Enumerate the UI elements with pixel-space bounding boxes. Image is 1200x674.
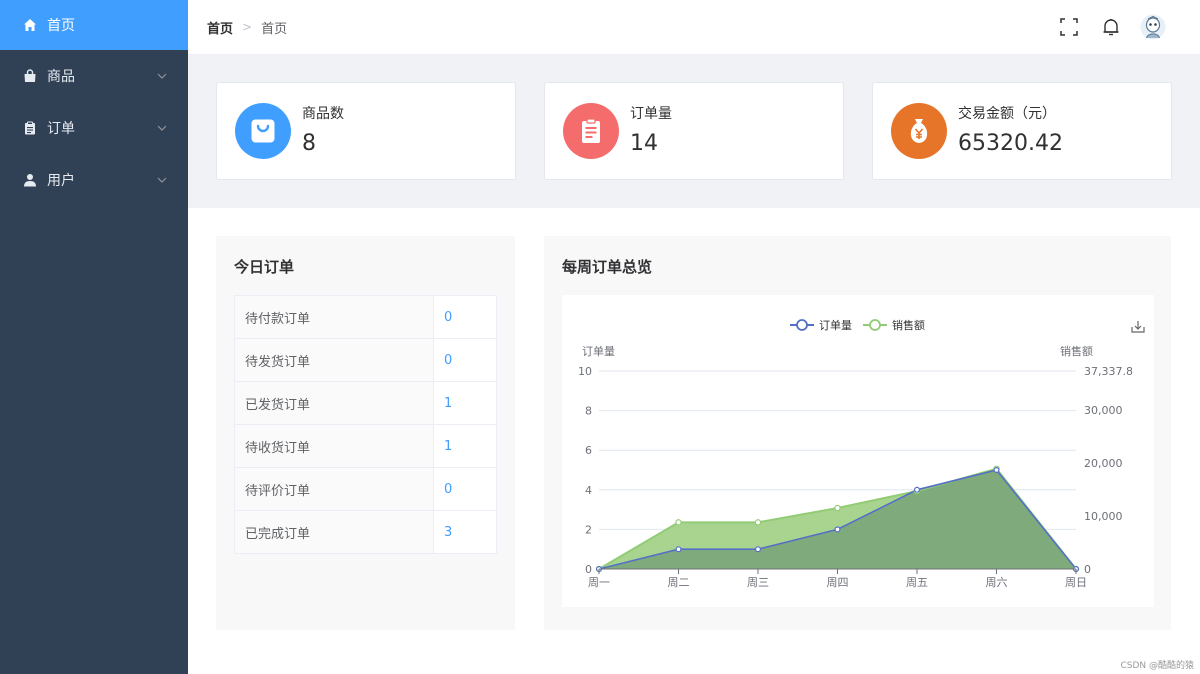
y-tick-label-right: 20,000 <box>1084 457 1123 470</box>
y-tick-label-right: 0 <box>1084 563 1091 576</box>
order-status-count[interactable]: 0 <box>433 295 497 339</box>
sidebar-item-label: 首页 <box>47 18 75 34</box>
y-tick-label-left: 10 <box>578 365 592 378</box>
sidebar-item-label: 商品 <box>47 69 75 85</box>
order-status-count[interactable]: 1 <box>433 424 497 468</box>
money-bag-icon <box>891 103 947 159</box>
x-tick-label: 周一 <box>588 576 610 589</box>
stats-section: 商品数 8 订单量 14 交易金额（元） 65320.42 <box>188 54 1200 208</box>
legend-label: 销售额 <box>892 318 925 332</box>
order-status-count[interactable]: 1 <box>433 381 497 425</box>
weekly-chart-container: 0 2 4 6 8 10 0 10,000 20,000 30,000 37,337.8 订单量 销售额… <box>562 295 1154 607</box>
stat-label: 订单量 <box>630 106 672 122</box>
watermark: CSDN @酷酷的猿 <box>1120 661 1194 671</box>
x-tick-label: 周日 <box>1065 576 1087 589</box>
sidebar-item-label: 订单 <box>47 121 75 137</box>
shopping-bag-icon <box>235 103 291 159</box>
header-actions <box>1040 14 1166 40</box>
order-status-label: 已发货订单 <box>234 381 434 425</box>
clipboard-icon <box>563 103 619 159</box>
user-icon <box>22 172 38 188</box>
y-tick-label-right: 30,000 <box>1084 404 1123 417</box>
stat-card-goods: 商品数 8 <box>216 82 516 180</box>
stat-label: 交易金额（元） <box>958 106 1056 122</box>
y-tick-label-left: 0 <box>585 563 592 576</box>
sidebar-item-label: 用户 <box>47 173 75 189</box>
orders-point <box>834 526 841 533</box>
table-row: 待付款订单 0 <box>234 295 497 339</box>
panel-title: 今日订单 <box>234 258 295 276</box>
table-row: 待评价订单 0 <box>234 467 497 511</box>
y-axis-label-right: 销售额 <box>1060 344 1093 358</box>
today-orders-panel: 今日订单 待付款订单 0 待发货订单 0 已发货订单 1 待收货订单 1 待评价订单 0 已完成订单… <box>216 236 515 630</box>
y-tick-label-right: 10,000 <box>1084 510 1123 523</box>
order-status-label: 待发货订单 <box>234 338 434 382</box>
legend-marker <box>796 319 808 331</box>
breadcrumb-item-current: 首页 <box>261 21 288 37</box>
sidebar: 首页 商品 订单 用户 <box>0 0 188 674</box>
order-status-count[interactable]: 0 <box>433 467 497 511</box>
panel-title: 每周订单总览 <box>562 258 653 276</box>
order-status-count[interactable]: 0 <box>433 338 497 382</box>
table-row: 待收货订单 1 <box>234 424 497 468</box>
stat-value: 8 <box>302 131 316 156</box>
orders-point <box>755 546 762 553</box>
top-header: 首页 > 首页 <box>188 0 1200 54</box>
table-row: 待发货订单 0 <box>234 338 497 382</box>
shopping-bag-icon <box>22 68 38 84</box>
x-tick-label: 周五 <box>906 576 928 589</box>
table-row: 已发货订单 1 <box>234 381 497 425</box>
y-tick-label-left: 2 <box>585 523 592 536</box>
chevron-down-icon <box>157 125 167 131</box>
y-tick-label-left: 8 <box>585 405 592 418</box>
breadcrumb-item-home[interactable]: 首页 <box>207 18 233 37</box>
sales-point <box>675 519 682 526</box>
today-orders-table: 待付款订单 0 待发货订单 0 已发货订单 1 待收货订单 1 待评价订单 0 已完成订单 3 <box>234 295 497 554</box>
sidebar-item-home[interactable]: 首页 <box>0 0 188 50</box>
legend-marker <box>869 319 881 331</box>
fullscreen-icon[interactable] <box>1056 14 1082 40</box>
order-status-label: 待收货订单 <box>234 424 434 468</box>
weekly-orders-panel: 每周订单总览 0 2 4 6 8 10 0 10,000 20,000 30,000 37,337.… <box>544 236 1171 630</box>
order-status-count[interactable]: 3 <box>433 510 497 554</box>
table-row: 已完成订单 3 <box>234 510 497 554</box>
sidebar-item-users[interactable]: 用户 <box>0 154 188 206</box>
weekly-orders-chart: 0246810010,00020,00030,00037,337.8订单量 销售额… <box>578 318 1145 589</box>
y-tick-label-right: 37,337.8 <box>1084 365 1133 378</box>
chevron-down-icon <box>157 73 167 79</box>
clipboard-icon <box>22 120 38 136</box>
home-icon <box>22 17 38 33</box>
sales-point <box>754 519 762 526</box>
sales-point <box>834 504 841 512</box>
bell-icon[interactable] <box>1098 14 1124 40</box>
legend-label: 订单量 <box>819 319 852 332</box>
stat-value: 65320.42 <box>958 131 1063 156</box>
stat-value: 14 <box>630 131 658 156</box>
stat-label: 商品数 <box>302 106 344 122</box>
orders-point <box>914 486 921 493</box>
x-tick-label: 周三 <box>747 576 769 589</box>
breadcrumb: 首页 > 首页 <box>188 18 287 37</box>
y-axis-label-left: 订单量 <box>582 345 615 358</box>
download-icon[interactable] <box>1131 321 1145 333</box>
breadcrumb-separator: > <box>242 20 253 34</box>
stat-card-revenue: 交易金额（元） 65320.42 <box>872 82 1172 180</box>
avatar[interactable] <box>1140 14 1166 40</box>
stat-card-orders: 订单量 14 <box>544 82 844 180</box>
x-tick-label: 周四 <box>827 576 849 589</box>
orders-point <box>993 467 1000 474</box>
order-status-label: 已完成订单 <box>234 510 434 554</box>
order-status-label: 待评价订单 <box>234 467 434 511</box>
x-tick-label: 周六 <box>986 576 1008 589</box>
sidebar-item-goods[interactable]: 商品 <box>0 50 188 102</box>
sidebar-item-orders[interactable]: 订单 <box>0 102 188 154</box>
order-status-label: 待付款订单 <box>234 295 434 339</box>
y-tick-label-left: 4 <box>585 484 592 497</box>
x-tick-label: 周二 <box>668 576 690 589</box>
y-tick-label-left: 6 <box>585 444 592 457</box>
orders-point <box>675 546 682 553</box>
chevron-down-icon <box>157 177 167 183</box>
